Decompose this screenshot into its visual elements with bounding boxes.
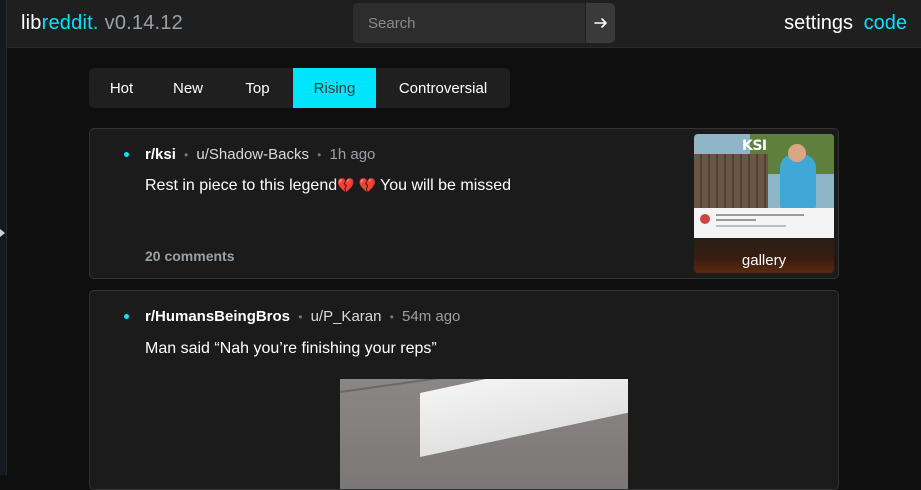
- search-input[interactable]: [353, 3, 585, 43]
- brand-logo[interactable]: libreddit. v0.14.12: [21, 12, 183, 35]
- tab-hot[interactable]: Hot: [89, 68, 154, 108]
- ceiling-light: [420, 379, 628, 457]
- broken-heart-icon: 💔 💔: [337, 177, 376, 193]
- comments-link[interactable]: 20 comments: [145, 248, 234, 264]
- thumbnail-image: KSI: [694, 134, 834, 208]
- post-title-suffix: You will be missed: [380, 177, 512, 194]
- brand-lib: lib: [21, 12, 42, 34]
- post-card: r/HumansBeingBros • u/P_Karan • 54m ago …: [89, 290, 839, 490]
- unread-dot-icon: [124, 314, 129, 319]
- post-media-image[interactable]: [340, 379, 628, 489]
- code-link[interactable]: code: [864, 12, 907, 34]
- settings-link[interactable]: settings: [784, 12, 853, 34]
- tab-controversial[interactable]: Controversial: [376, 68, 510, 108]
- version-label: v0.14.12: [104, 12, 183, 34]
- gallery-label: gallery: [741, 252, 787, 269]
- tab-top[interactable]: Top: [222, 68, 293, 108]
- post-title[interactable]: Rest in piece to this legend💔 💔 You will…: [145, 177, 511, 195]
- arrow-right-icon: [593, 18, 607, 28]
- post-card: r/ksi • u/Shadow-Backs • 1h ago Rest in …: [89, 128, 839, 279]
- tab-new[interactable]: New: [154, 68, 222, 108]
- post-time: 54m ago: [402, 308, 461, 325]
- post-title-text: Rest in piece to this legend: [145, 177, 338, 194]
- left-edge-panel: [0, 0, 7, 475]
- search-form: [353, 3, 615, 43]
- post-thumbnail[interactable]: KSI gallery: [694, 134, 834, 273]
- meta-separator: •: [317, 148, 322, 162]
- meta-separator: •: [389, 310, 394, 324]
- meta-separator: •: [298, 310, 303, 324]
- sort-tabs: Hot New Top Rising Controversial: [89, 68, 510, 108]
- thumbnail-video-info: [694, 208, 834, 238]
- brand-reddit: reddit.: [41, 12, 99, 34]
- meta-separator: •: [184, 148, 189, 162]
- subreddit-link[interactable]: r/ksi: [145, 146, 176, 163]
- nav-links: settings code: [784, 12, 907, 35]
- thumbnail-ksi-text: KSI: [742, 138, 767, 154]
- author-link[interactable]: u/Shadow-Backs: [196, 146, 309, 163]
- search-button[interactable]: [585, 3, 615, 43]
- post-meta: r/ksi • u/Shadow-Backs • 1h ago: [145, 146, 375, 163]
- unread-dot-icon: [124, 152, 129, 157]
- tab-rising[interactable]: Rising: [293, 68, 376, 108]
- post-meta: r/HumansBeingBros • u/P_Karan • 54m ago: [145, 308, 460, 325]
- navbar: libreddit.v0.14.12 settings code: [7, 0, 921, 48]
- post-time: 1h ago: [329, 146, 376, 163]
- subreddit-link[interactable]: r/HumansBeingBros: [145, 308, 290, 325]
- author-link[interactable]: u/P_Karan: [311, 308, 382, 325]
- expand-arrow-icon[interactable]: [0, 229, 5, 237]
- post-title[interactable]: Man said “Nah you’re finishing your reps…: [145, 340, 437, 358]
